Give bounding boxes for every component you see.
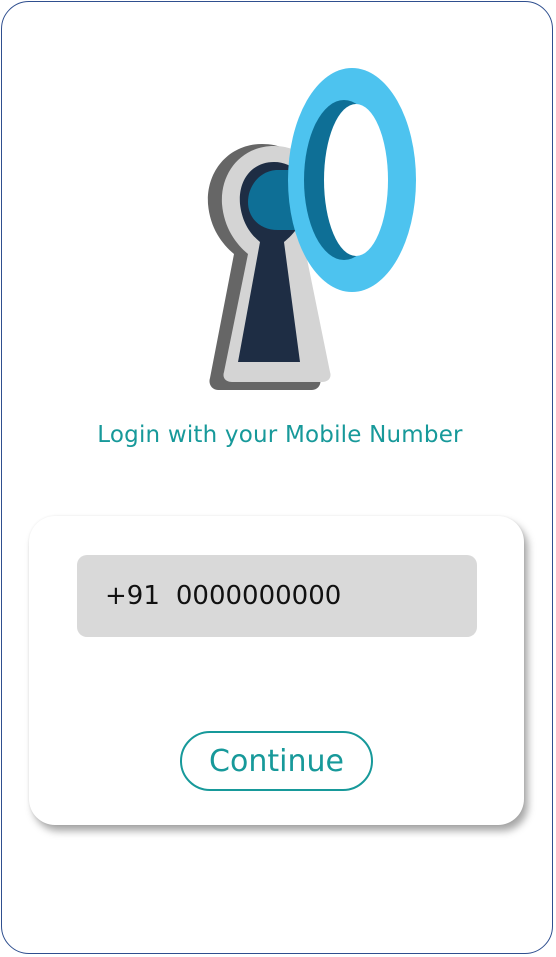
phone-number-value[interactable]: 0000000000 [176,581,341,611]
login-subtitle: Login with your Mobile Number [97,422,463,448]
country-code[interactable]: +91 [105,581,160,611]
key-ring-hole [324,104,388,256]
keyhole-key-icon [207,68,416,390]
screen-frame: Login with your Mobile Number +91 000000… [1,1,553,954]
continue-button[interactable]: Continue [180,731,373,791]
mobile-number-input[interactable]: +91 0000000000 [77,555,477,637]
login-card: +91 0000000000 Continue [29,516,524,825]
